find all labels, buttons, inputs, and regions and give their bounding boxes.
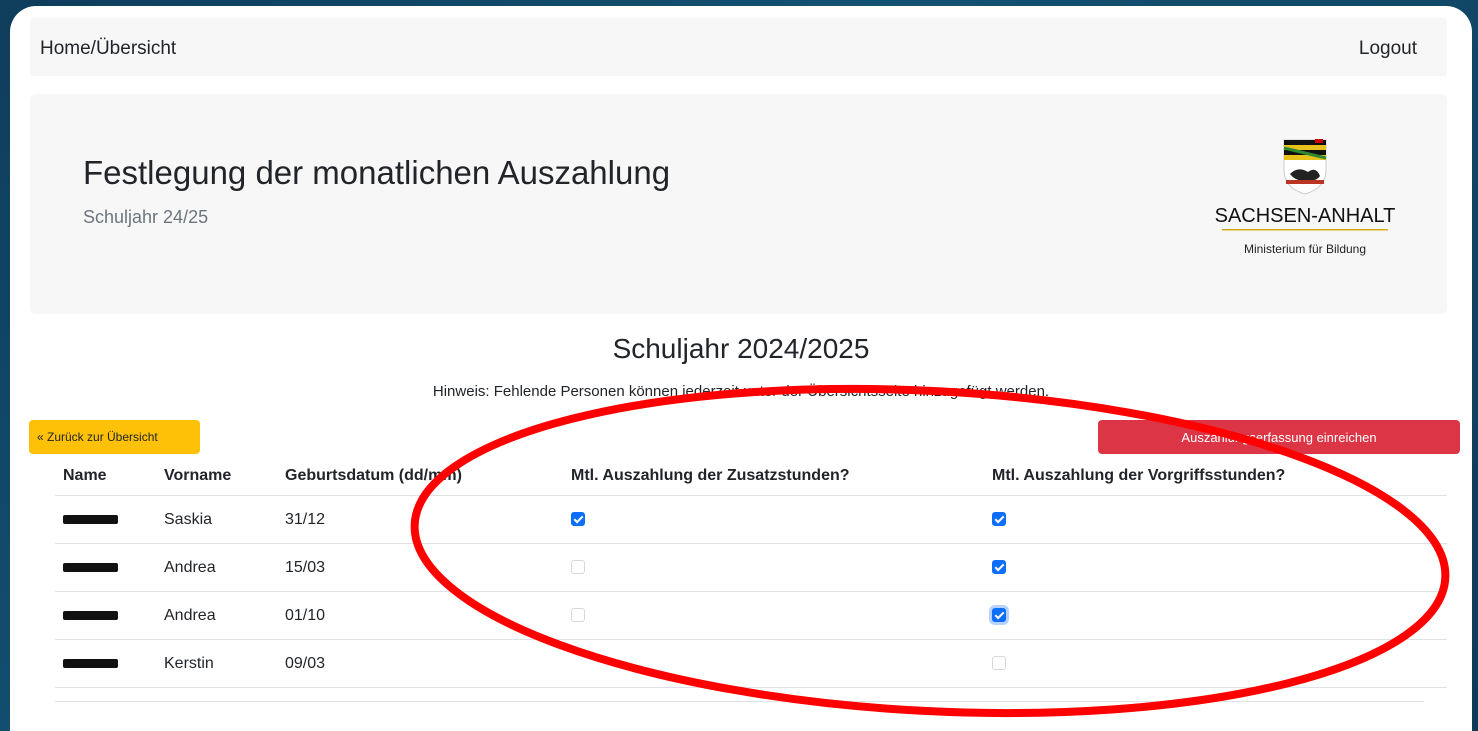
vorname-cell: Saskia (156, 495, 277, 544)
vorname-cell: Andrea (156, 591, 277, 640)
sachsen-anhalt-logo: SACHSEN-ANHALT Ministerium für Bildung (1215, 139, 1396, 256)
coat-of-arms-icon (1283, 139, 1327, 195)
top-navbar: Home/Übersicht Logout (30, 18, 1447, 76)
logo-ministry: Ministerium für Bildung (1244, 242, 1366, 256)
redaction-bar (63, 514, 118, 524)
zusatz-cell (563, 495, 984, 544)
redaction-bar (63, 658, 118, 668)
redacted-name (55, 543, 156, 592)
redaction-bar (63, 610, 118, 620)
zusatz-cell (563, 639, 984, 688)
table-row: Saskia 31/12 (55, 495, 1447, 544)
vorname-cell: Andrea (156, 543, 277, 592)
vorgriffsstunden-checkbox[interactable] (992, 656, 1006, 671)
page-header: Festlegung der monatlichen Auszahlung Sc… (30, 94, 1447, 314)
table-row: Andrea 01/10 (55, 591, 1447, 640)
zusatzstunden-checkbox[interactable] (571, 608, 585, 623)
zusatzstunden-checkbox[interactable] (571, 512, 585, 527)
vorgriffsstunden-checkbox[interactable] (992, 512, 1006, 527)
vorname-cell: Kerstin (156, 639, 277, 688)
column-header-zusatzstunden: Mtl. Auszahlung der Zusatzstunden? (563, 457, 984, 496)
page-subtitle: Schuljahr 24/25 (83, 207, 209, 227)
table-row: Kerstin 09/03 (55, 639, 1447, 688)
vorgriffsstunden-checkbox[interactable] (992, 608, 1006, 623)
section-title: Schuljahr 2024/2025 (612, 333, 870, 364)
zusatz-cell (563, 543, 984, 592)
app-window: Home/Übersicht Logout Festlegung der mon… (10, 6, 1472, 731)
payout-table: Name Vorname Geburtsdatum (dd/mm) Mtl. A… (55, 457, 1447, 688)
redacted-name (55, 639, 156, 688)
zusatzstunden-checkbox[interactable] (571, 560, 585, 575)
table-header-row: Name Vorname Geburtsdatum (dd/mm) Mtl. A… (55, 457, 1447, 496)
redaction-bar (63, 562, 118, 572)
logo-state-name: SACHSEN-ANHALT (1215, 205, 1396, 227)
redacted-name (55, 591, 156, 640)
column-header-name: Name (55, 457, 156, 496)
column-header-vorname: Vorname (156, 457, 277, 496)
vorgriff-cell (984, 591, 1447, 640)
vorgriffsstunden-checkbox[interactable] (992, 560, 1006, 575)
hint-text: Hinweis: Fehlende Personen können jederz… (432, 383, 1050, 400)
zusatz-cell (563, 591, 984, 640)
submit-payout-button[interactable]: Auszahlungserfassung einreichen (1098, 420, 1460, 454)
nav-home-link[interactable]: Home/Übersicht (40, 38, 176, 60)
vorgriff-cell (984, 495, 1447, 544)
geburtsdatum-cell: 31/12 (277, 495, 563, 544)
vorgriff-cell (984, 639, 1447, 688)
column-header-geburtsdatum: Geburtsdatum (dd/mm) (277, 457, 563, 496)
table-row: Andrea 15/03 (55, 543, 1447, 592)
nav-logout-link[interactable]: Logout (1359, 38, 1417, 60)
page-title: Festlegung der monatlichen Auszahlung (83, 154, 671, 191)
geburtsdatum-cell: 01/10 (277, 591, 563, 640)
redacted-name (55, 495, 156, 544)
geburtsdatum-cell: 15/03 (277, 543, 563, 592)
table-footer-divider (55, 701, 1424, 702)
geburtsdatum-cell: 09/03 (277, 639, 563, 688)
column-header-vorgriffsstunden: Mtl. Auszahlung der Vorgriffsstunden? (984, 457, 1447, 496)
vorgriff-cell (984, 543, 1447, 592)
back-to-overview-button[interactable]: « Zurück zur Übersicht (29, 420, 200, 454)
